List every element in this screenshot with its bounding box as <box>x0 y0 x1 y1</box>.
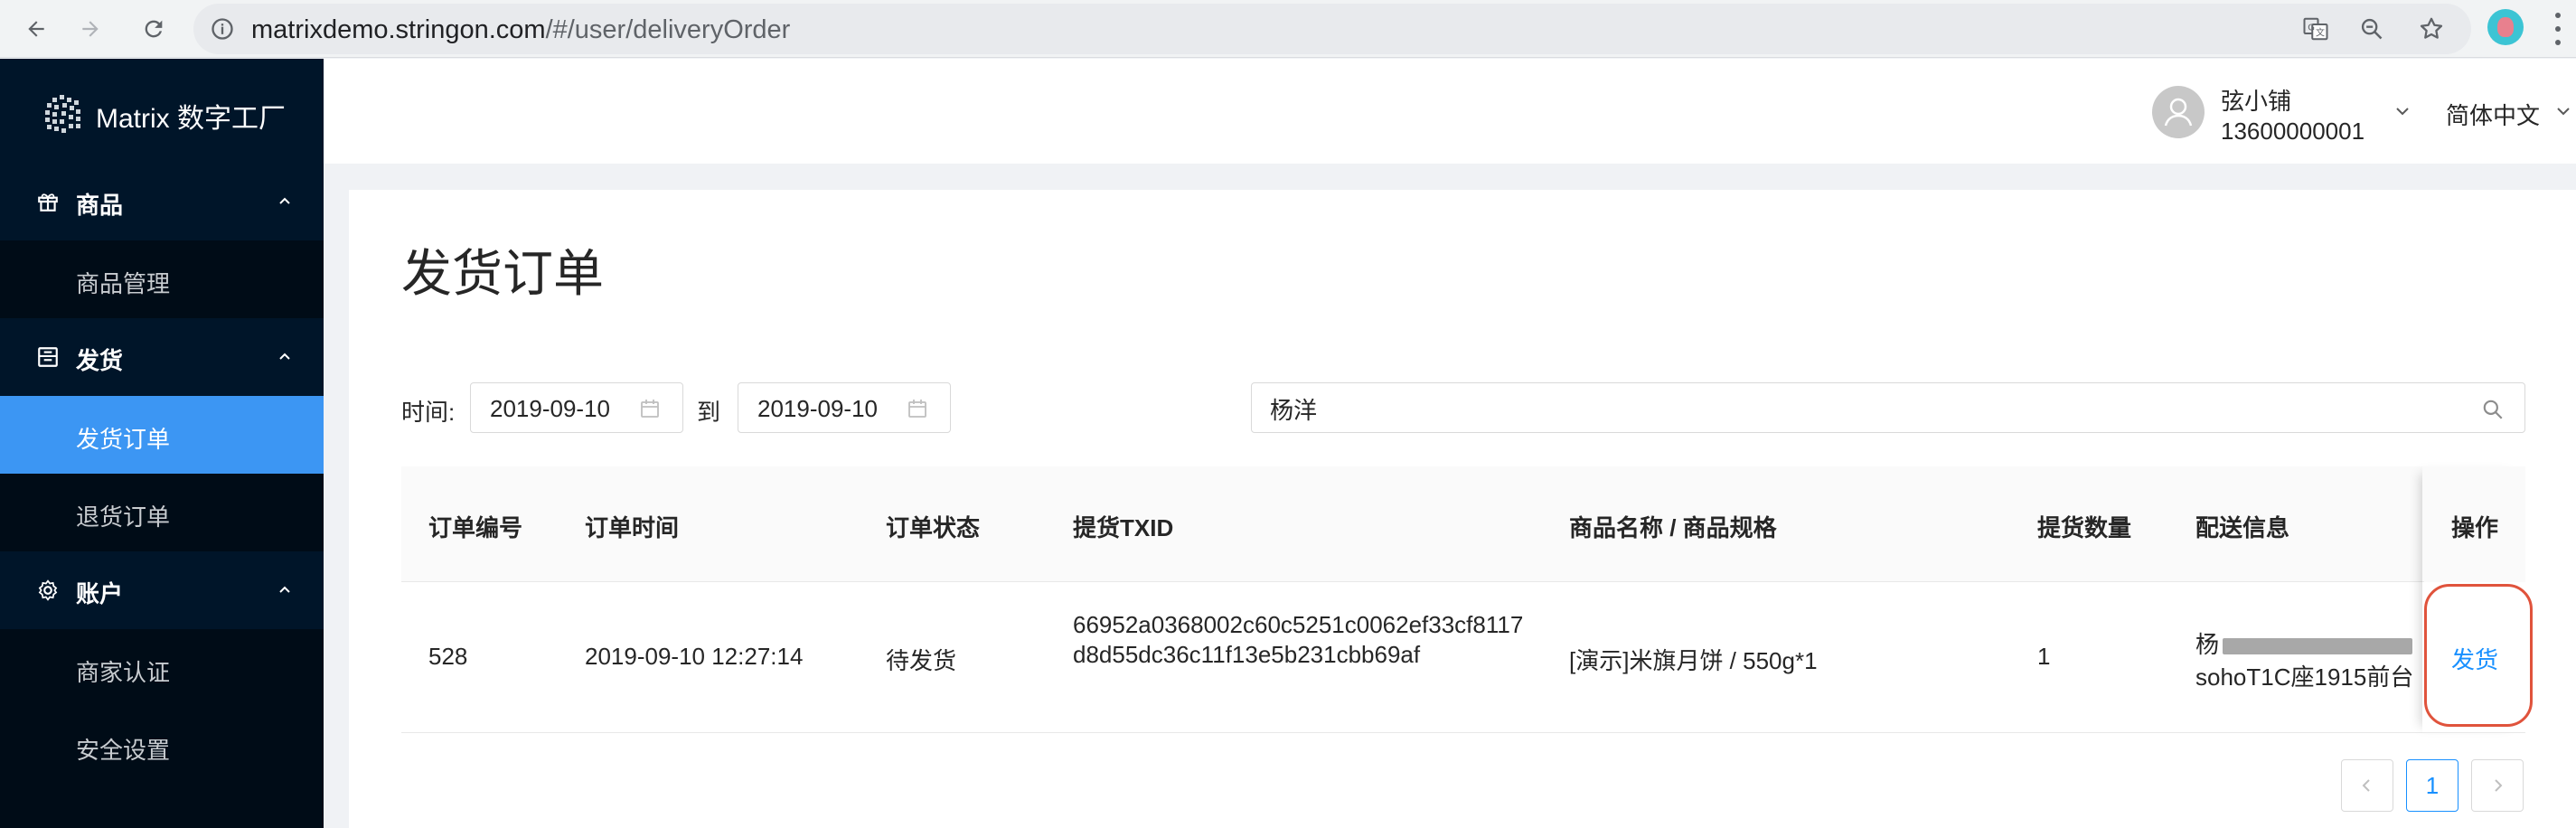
user-name[interactable]: 弦小铺 <box>2221 83 2291 117</box>
cell-quantity: 1 <box>2037 643 2051 670</box>
zoom-out-icon[interactable] <box>2352 9 2392 49</box>
menu-group-goods[interactable]: 商品 <box>0 163 324 240</box>
chevron-down-icon[interactable] <box>2393 102 2411 120</box>
chevron-up-icon <box>279 197 290 204</box>
cell-delivery-line2: sohoT1C座1915前台 <box>2195 663 2414 691</box>
sidebar-item-security-settings[interactable]: 安全设置 <box>0 707 324 785</box>
gear-icon <box>38 579 58 601</box>
menu-group-account[interactable]: 账户 <box>0 551 324 629</box>
end-date-picker[interactable]: 2019-09-10 <box>738 382 951 433</box>
sidebar-item-label: 安全设置 <box>76 737 171 764</box>
chevron-up-icon <box>279 586 290 593</box>
user-avatar-icon[interactable] <box>2152 86 2205 138</box>
cell-order-time: 2019-09-10 12:27:14 <box>585 643 804 670</box>
column-header-order-time: 订单时间 <box>585 514 680 541</box>
menu-group-label: 发货 <box>76 347 124 374</box>
cell-product: [演示]米旗月饼 / 550g*1 <box>1569 647 1818 674</box>
sidebar-spacer <box>0 785 324 828</box>
cell-txid: 66952a0368002c60c5251c0062ef33cf8117d8d5… <box>1073 611 1524 668</box>
start-date-value: 2019-09-10 <box>490 395 610 422</box>
pagination-prev-button[interactable] <box>2341 759 2393 812</box>
translate-icon[interactable]: G文 <box>2296 9 2336 49</box>
cell-order-no: 528 <box>428 643 468 670</box>
browser-toolbar: matrixdemo.stringon.com/#/user/deliveryO… <box>0 0 2576 58</box>
menu-group-label: 商品 <box>76 192 124 219</box>
start-date-picker[interactable]: 2019-09-10 <box>470 382 683 433</box>
svg-text:G: G <box>2308 23 2315 33</box>
chevron-down-icon[interactable] <box>2554 102 2572 120</box>
calendar-icon <box>641 400 659 418</box>
time-label: 时间: <box>401 399 456 426</box>
sidebar-item-label: 商品管理 <box>76 270 171 297</box>
page-title: 发货订单 <box>401 245 604 302</box>
logo[interactable]: Matrix 数字工厂 <box>40 89 286 142</box>
column-header-order-no: 订单编号 <box>428 514 523 541</box>
forward-icon[interactable] <box>71 9 110 49</box>
sidebar-item-merchant-verification[interactable]: 商家认证 <box>0 629 324 707</box>
menu-group-label: 账户 <box>76 580 124 607</box>
svg-text:文: 文 <box>2316 27 2325 39</box>
calendar-icon <box>908 400 926 418</box>
back-icon[interactable] <box>16 9 56 49</box>
cell-status: 待发货 <box>886 647 957 674</box>
profile-avatar-icon[interactable] <box>2487 9 2524 45</box>
sidebar-item-product-management[interactable]: 商品管理 <box>0 240 324 318</box>
pagination-page-1[interactable]: 1 <box>2406 759 2458 812</box>
cube-logo-icon <box>45 95 80 133</box>
reload-icon[interactable] <box>134 9 174 49</box>
logo-text: Matrix 数字工厂 <box>96 104 286 134</box>
chevron-right-icon <box>2495 779 2503 792</box>
cell-delivery-line1: 杨 <box>2195 626 2413 660</box>
column-header-txid: 提货TXID <box>1073 514 1174 541</box>
sidebar-item-label: 发货订单 <box>76 426 171 453</box>
user-phone[interactable]: 13600000001 <box>2221 118 2364 146</box>
language-selector[interactable]: 简体中文 <box>2446 98 2540 131</box>
bookmark-star-icon[interactable] <box>2411 9 2451 49</box>
column-header-product: 商品名称 / 商品规格 <box>1569 514 1777 541</box>
redacted-block <box>2223 638 2413 655</box>
info-icon[interactable] <box>210 16 235 42</box>
chevron-left-icon <box>2362 779 2370 792</box>
to-label: 到 <box>697 399 721 426</box>
sidebar: Matrix 数字工厂 商品 商品管理 发货 发货订单 退货订单 账户 商家认证… <box>0 59 324 828</box>
sidebar-item-label: 退货订单 <box>76 503 171 531</box>
search-box[interactable] <box>1251 382 2525 433</box>
sidebar-item-delivery-orders[interactable]: 发货订单 <box>0 396 324 474</box>
sidebar-item-return-orders[interactable]: 退货订单 <box>0 474 324 551</box>
box-icon <box>38 347 58 367</box>
column-header-status: 订单状态 <box>886 514 981 541</box>
highlight-annotation <box>2424 584 2533 727</box>
column-header-action-fixed: 操作 <box>2451 514 2499 541</box>
sidebar-item-label: 商家认证 <box>76 659 171 686</box>
search-input[interactable] <box>1270 392 2445 425</box>
end-date-value: 2019-09-10 <box>757 395 878 422</box>
menu-group-shipping[interactable]: 发货 <box>0 318 324 396</box>
search-icon[interactable] <box>2481 398 2505 421</box>
table-header: 订单编号 订单时间 订单状态 提货TXID 商品名称 / 商品规格 提货数量 配… <box>401 466 2525 582</box>
url-text[interactable]: matrixdemo.stringon.com/#/user/deliveryO… <box>251 15 790 45</box>
gift-icon <box>38 193 58 212</box>
chevron-up-icon <box>279 353 290 360</box>
column-header-delivery: 配送信息 <box>2195 514 2290 541</box>
browser-menu-icon[interactable] <box>2554 13 2562 45</box>
pagination-next-button[interactable] <box>2471 759 2524 812</box>
table-row: 528 2019-09-10 12:27:14 待发货 66952a036800… <box>401 583 2525 733</box>
address-bar[interactable]: matrixdemo.stringon.com/#/user/deliveryO… <box>193 4 2471 54</box>
column-header-quantity: 提货数量 <box>2037 514 2132 541</box>
action-header-cell: 操作 <box>2424 466 2525 582</box>
